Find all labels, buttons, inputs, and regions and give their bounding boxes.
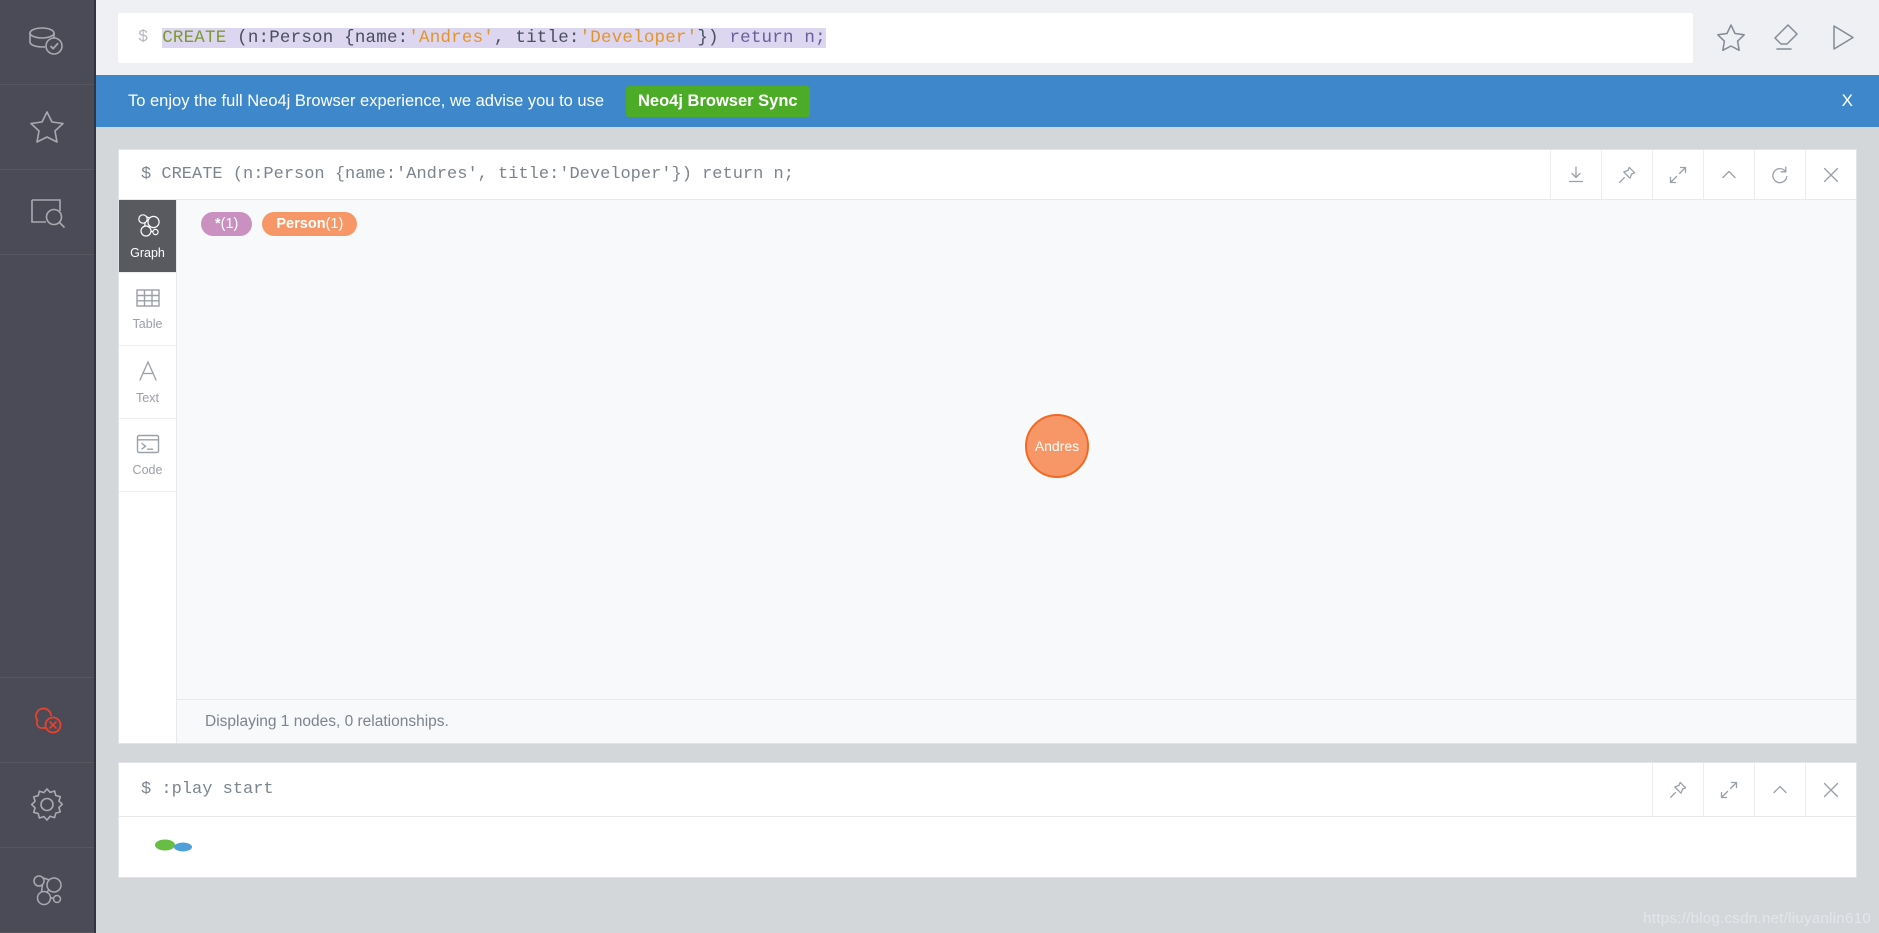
- tab-table[interactable]: Table: [119, 273, 176, 346]
- editor-prompt-symbol: $: [138, 28, 149, 47]
- sidebar-item-about-neo4j[interactable]: [0, 848, 94, 933]
- play-frame-header: $ :play start: [119, 763, 1856, 817]
- documents-search-icon: [28, 196, 66, 228]
- text-a-icon: [136, 359, 160, 386]
- settings-gear-icon: [28, 786, 66, 824]
- graph-node-andres[interactable]: Andres: [1025, 414, 1089, 478]
- favorites-star-icon: [28, 109, 66, 145]
- query-editor-input[interactable]: $ CREATE (n:Person {name:'Andres', title…: [118, 12, 1693, 63]
- tab-text[interactable]: Text: [119, 346, 176, 419]
- chevron-up-icon[interactable]: [1703, 150, 1754, 199]
- result-frame-tools: [1550, 150, 1856, 199]
- query-editor-bar: $ CREATE (n:Person {name:'Andres', title…: [96, 0, 1879, 75]
- pin-icon[interactable]: [1601, 150, 1652, 199]
- cypher-token-0: CREATE: [162, 27, 227, 48]
- graph-canvas[interactable]: Andres: [177, 246, 1856, 676]
- result-view-tabs: Graph Table Text Code: [119, 200, 177, 743]
- tab-graph[interactable]: Graph: [119, 200, 176, 273]
- chevron-up-icon[interactable]: [1754, 763, 1805, 816]
- tab-code[interactable]: Code: [119, 419, 176, 492]
- cypher-token-6: return n;: [718, 27, 826, 48]
- tab-table-label: Table: [132, 317, 163, 331]
- cypher-token-5: }): [697, 27, 719, 48]
- neo4j-browser-app: $ CREATE (n:Person {name:'Andres', title…: [0, 0, 1879, 933]
- play-frame: $ :play start: [118, 762, 1857, 878]
- code-terminal-icon: [135, 433, 161, 458]
- play-frame-title: $ :play start: [141, 780, 274, 799]
- about-neo4j-icon: [27, 872, 67, 908]
- tab-graph-label: Graph: [130, 245, 165, 260]
- graph-legend: *(1) Person(1): [177, 200, 1856, 246]
- browser-sync-banner: To enjoy the full Neo4j Browser experien…: [96, 75, 1879, 127]
- database-info-icon: [27, 25, 67, 59]
- legend-chip-count: (1): [220, 216, 239, 232]
- main-column: $ CREATE (n:Person {name:'Andres', title…: [96, 0, 1879, 933]
- tab-text-label: Text: [136, 391, 159, 405]
- clear-eraser-button[interactable]: [1759, 10, 1815, 66]
- graph-status-bar: Displaying 1 nodes, 0 relationships.: [177, 699, 1856, 743]
- close-x-icon[interactable]: [1805, 150, 1856, 199]
- cloud-disconnected-icon: [28, 704, 66, 736]
- cypher-query-text: CREATE (n:Person {name:'Andres', title:'…: [162, 27, 826, 48]
- close-x-icon[interactable]: [1805, 763, 1856, 816]
- legend-chip-label: Person: [276, 216, 326, 232]
- legend-chip-person[interactable]: Person(1): [262, 212, 358, 236]
- expand-icon[interactable]: [1652, 150, 1703, 199]
- sidebar-item-settings[interactable]: [0, 763, 94, 848]
- sidebar-item-database-info[interactable]: [0, 0, 94, 85]
- run-play-button[interactable]: [1815, 10, 1871, 66]
- legend-chip-all[interactable]: *(1): [201, 212, 253, 236]
- banner-text: To enjoy the full Neo4j Browser experien…: [128, 91, 605, 110]
- sidebar-item-browser-sync[interactable]: [0, 678, 94, 763]
- neo4j-browser-sync-button[interactable]: Neo4j Browser Sync: [626, 85, 810, 117]
- legend-chip-count: (1): [325, 216, 344, 232]
- cypher-token-2: 'Andres': [408, 27, 494, 48]
- frame-stream: $ CREATE (n:Person {name:'Andres', title…: [96, 127, 1879, 933]
- cypher-token-4: 'Developer': [579, 27, 698, 48]
- graph-visualization-pane[interactable]: *(1) Person(1) Andres Displaying 1 nodes,…: [177, 200, 1856, 743]
- result-frame-body: Graph Table Text Code *(1) Person(1) And…: [119, 200, 1856, 743]
- favorite-star-button[interactable]: [1703, 10, 1759, 66]
- expand-icon[interactable]: [1703, 763, 1754, 816]
- sidebar-item-favorites[interactable]: [0, 85, 94, 170]
- cypher-token-1: (n:Person {name:: [226, 27, 409, 48]
- play-frame-body: [119, 817, 1856, 877]
- left-nav-sidebar: [0, 0, 96, 933]
- result-frame: $ CREATE (n:Person {name:'Andres', title…: [118, 149, 1857, 744]
- sidebar-item-documents[interactable]: [0, 170, 94, 255]
- cypher-token-3: , title:: [493, 27, 580, 48]
- graph-icon: [135, 213, 161, 241]
- tab-code-label: Code: [132, 463, 163, 477]
- download-icon[interactable]: [1550, 150, 1601, 199]
- play-frame-tools: [1652, 763, 1856, 816]
- neo4j-logo-icon: [151, 839, 197, 874]
- result-frame-header: $ CREATE (n:Person {name:'Andres', title…: [119, 150, 1856, 200]
- result-frame-title: $ CREATE (n:Person {name:'Andres', title…: [141, 165, 794, 184]
- sidebar-spacer: [0, 255, 94, 678]
- pin-icon[interactable]: [1652, 763, 1703, 816]
- editor-action-buttons: [1693, 10, 1871, 66]
- rerun-refresh-icon[interactable]: [1754, 150, 1805, 199]
- table-icon: [135, 287, 161, 312]
- banner-close-icon[interactable]: X: [1842, 91, 1853, 111]
